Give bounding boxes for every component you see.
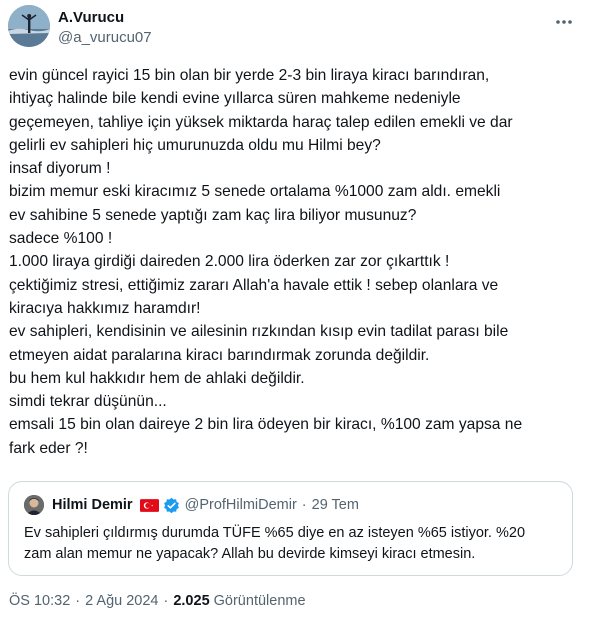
tweet-line: ev sahipleri, kendisinin ve ailesinin rı… (9, 323, 509, 341)
tweet: A.Vurucu @a_vurucu07 evin güncel rayici … (0, 0, 595, 624)
tweet-line: çektiğimiz stresi, ettiğimiz zararı Alla… (9, 276, 499, 294)
tweet-line: fark eder ?! (9, 439, 88, 457)
tweet-line: geçemeyen, tahliye için yüksek miktarda … (9, 113, 513, 131)
tweet-line: bu hem kul hakkıdır hem de ahlaki değild… (9, 369, 305, 387)
tweet-line: simdi tekrar düşünün... (9, 393, 167, 411)
author-avatar[interactable] (8, 5, 50, 47)
tweet-line: sadece %100 ! (9, 230, 113, 248)
quoted-timestamp[interactable]: 29 Tem (312, 497, 359, 513)
tweet-line: gelirli ev sahipleri hiç umurunuzda oldu… (9, 136, 381, 154)
tweet-line: emsali 15 bin olan daireye 2 bin lira öd… (9, 416, 523, 434)
tweet-line: ev sahibine 5 senede yaptığı zam kaç lir… (9, 206, 417, 224)
more-horizontal-icon (556, 20, 572, 24)
quoted-tweet-header: Hilmi Demir @ProfHilmiDemir · 29 Tem (24, 495, 359, 515)
quoted-tweet[interactable]: Hilmi Demir @ProfHilmiDemir · 29 Tem Ev … (8, 481, 573, 576)
turkey-flag-icon (139, 498, 159, 512)
quoted-author-name[interactable]: Hilmi Demir (52, 497, 133, 513)
post-date[interactable]: 2 Ağu 2024 (85, 593, 158, 609)
author-handle[interactable]: @a_vurucu07 (58, 28, 152, 47)
view-count: 2.025 (173, 593, 210, 609)
quoted-text-line: zam alan memur ne yapacak? Allah bu devi… (24, 546, 476, 562)
author-block: A.Vurucu @a_vurucu07 (58, 8, 152, 47)
tweet-line: etmeyen aidat paralarına kiracı barındır… (9, 346, 430, 364)
view-count-label: Görüntülenme (213, 593, 306, 609)
author-display-name[interactable]: A.Vurucu (58, 8, 152, 27)
quoted-author-avatar (24, 495, 44, 515)
tweet-line: bizim memur eski kiracımız 5 senede orta… (9, 183, 501, 201)
quoted-author-handle[interactable]: @ProfHilmiDemir (185, 497, 297, 513)
tweet-line: 1.000 liraya girdiği daireden 2.000 lira… (9, 253, 450, 271)
tweet-line: kiracıya hakkımız haramdır! (9, 299, 201, 317)
tweet-line: ihtiyaç halinde bile kendi evine yıllarc… (9, 90, 461, 108)
meta-separator: · (75, 593, 81, 609)
verified-badge-icon (163, 497, 179, 513)
meta-separator: · (163, 593, 169, 609)
post-time[interactable]: ÖS 10:32 (9, 593, 70, 609)
tweet-line: insaf diyorum ! (9, 160, 111, 178)
quoted-text-line: Ev sahipleri çıldırmış durumda TÜFE %65 … (24, 525, 526, 541)
quoted-tweet-text: Ev sahipleri çıldırmış durumda TÜFE %65 … (24, 523, 559, 565)
more-options-button[interactable] (553, 12, 575, 32)
tweet-line: evin güncel rayici 15 bin olan bir yerde… (9, 67, 490, 84)
quoted-separator: · (301, 497, 307, 513)
tweet-metadata: ÖS 10:32 · 2 Ağu 2024 · 2.025 Görüntülen… (9, 593, 306, 609)
tweet-text: evin güncel rayici 15 bin olan bir yerde… (9, 64, 581, 460)
